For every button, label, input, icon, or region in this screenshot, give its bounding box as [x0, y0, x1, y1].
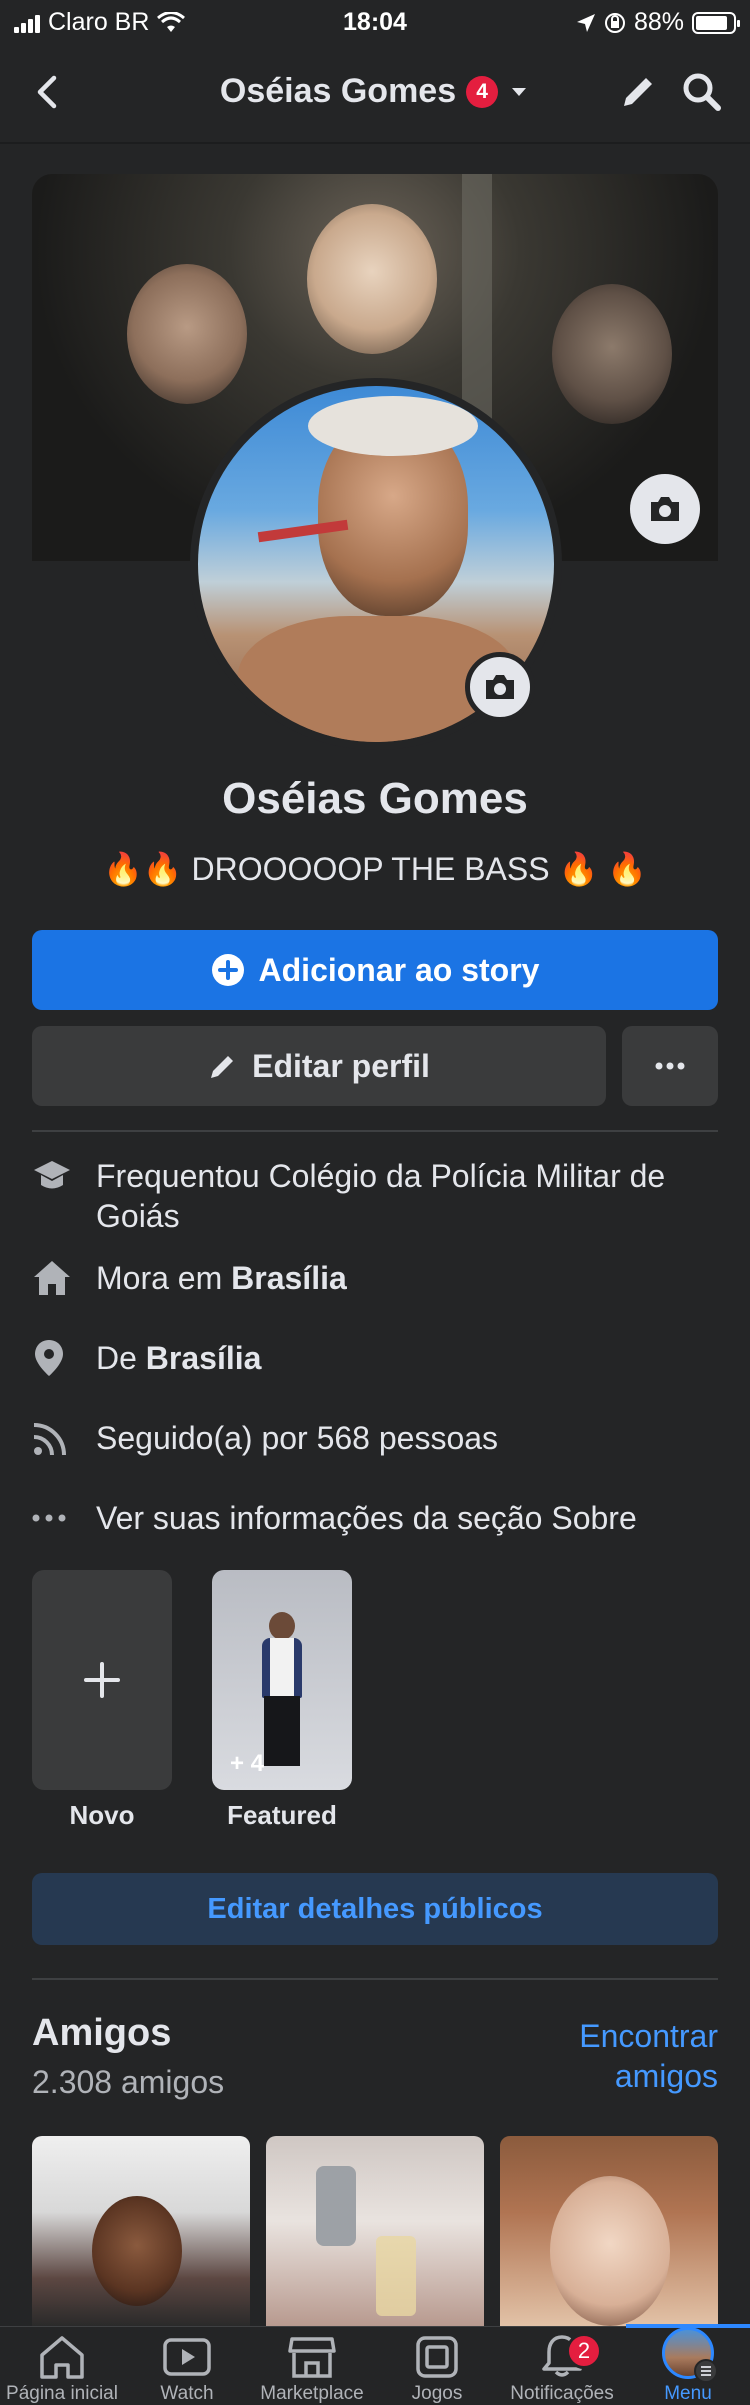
edit-profile-label: Editar perfil — [252, 1047, 430, 1084]
tab-games-label: Jogos — [411, 2383, 463, 2404]
divider — [32, 1130, 718, 1132]
tab-menu-label: Menu — [664, 2383, 712, 2404]
add-story-button[interactable]: Adicionar ao story — [32, 930, 718, 1010]
profile-camera-button[interactable] — [465, 652, 535, 722]
more-options-button[interactable] — [622, 1026, 718, 1106]
plus-circle-icon — [211, 954, 244, 986]
friend-thumbnail[interactable] — [32, 2136, 250, 2326]
friend-thumbnail[interactable] — [266, 2136, 484, 2326]
education-text: Frequentou Colégio da Polícia Militar de… — [96, 1158, 666, 1234]
profile-bio: 🔥🔥 DROOOOOP THE BASS 🔥 🔥 — [102, 851, 648, 887]
header-title: Oséias Gomes — [219, 72, 457, 110]
friends-count: 2.308 amigos — [32, 2064, 225, 2100]
friends-title: Amigos — [32, 2012, 172, 2054]
tab-home-label: Página inicial — [6, 2383, 118, 2404]
location-icon — [576, 13, 595, 32]
profile-name: Oséias Gomes — [222, 774, 528, 823]
edit-profile-button[interactable]: Editar perfil — [32, 1026, 606, 1106]
camera-icon — [651, 497, 679, 521]
tab-watch-label: Watch — [160, 2383, 214, 2404]
intro-education[interactable]: Frequentou Colégio da Polícia Militar de… — [32, 1156, 718, 1236]
more-dots-icon — [32, 1514, 66, 1522]
rss-icon — [33, 1423, 66, 1456]
intro-about[interactable]: Ver suas informações da seção Sobre — [32, 1498, 718, 1538]
profile-header: Oséias Gomes 4 — [0, 44, 750, 144]
battery-icon — [692, 11, 740, 34]
camera-icon — [486, 675, 514, 699]
home-icon — [40, 2336, 84, 2379]
notifications-badge: 2 — [566, 2333, 602, 2369]
bottom-tab-bar: Página inicial Watch Marketplace Jogos N… — [0, 2324, 750, 2405]
gaming-icon — [416, 2336, 458, 2378]
from-prefix: De — [96, 1340, 146, 1376]
tab-notifications-label: Notificações — [510, 2383, 614, 2404]
from-city[interactable]: Brasília — [146, 1340, 262, 1376]
header-badge: 4 — [466, 75, 499, 108]
intro-from[interactable]: De Brasília — [32, 1338, 718, 1378]
status-bar: Claro BR 18:04 88% — [0, 0, 750, 44]
featured-count: + 4 — [230, 1750, 265, 1777]
tab-games[interactable]: Jogos — [375, 2327, 499, 2405]
battery-label: 88% — [633, 8, 684, 36]
new-highlight-label: Novo — [69, 1800, 135, 1830]
tab-watch[interactable]: Watch — [125, 2327, 249, 2405]
menu-avatar — [662, 2327, 718, 2383]
divider — [32, 1978, 718, 1980]
tab-marketplace-label: Marketplace — [260, 2383, 364, 2404]
plus-icon — [84, 1662, 120, 1698]
add-story-label: Adicionar ao story — [258, 951, 540, 988]
cover-camera-button[interactable] — [630, 474, 700, 544]
intro-lives[interactable]: Mora em Brasília — [32, 1258, 718, 1298]
graduation-cap-icon — [34, 1161, 70, 1189]
featured-label: Featured — [227, 1800, 337, 1830]
lives-prefix: Mora em — [96, 1260, 232, 1296]
about-text: Ver suas informações da seção Sobre — [96, 1500, 637, 1536]
pencil-icon[interactable] — [616, 70, 660, 114]
video-icon — [163, 2338, 211, 2376]
search-icon[interactable] — [680, 70, 724, 114]
chevron-down-icon — [512, 87, 527, 96]
home-icon — [34, 1261, 70, 1295]
more-dots-icon — [655, 1062, 685, 1070]
location-pin-icon — [35, 1340, 63, 1376]
store-icon — [288, 2337, 336, 2378]
friend-thumbnail[interactable] — [500, 2136, 718, 2326]
featured-highlight[interactable]: + 4 — [212, 1570, 352, 1790]
intro-followers[interactable]: Seguido(a) por 568 pessoas — [32, 1418, 718, 1458]
orientation-lock-icon — [604, 12, 625, 33]
pencil-icon — [211, 1056, 234, 1078]
tab-home[interactable]: Página inicial — [0, 2327, 124, 2405]
hamburger-icon — [694, 2359, 718, 2383]
tab-marketplace[interactable]: Marketplace — [250, 2327, 374, 2405]
tab-notifications[interactable]: Notificações 2 — [500, 2327, 624, 2405]
find-friends-link[interactable]: Encontrar amigos — [498, 2016, 718, 2096]
tab-menu[interactable]: Menu — [626, 2324, 750, 2405]
edit-public-details-button[interactable]: Editar detalhes públicos — [32, 1873, 718, 1945]
followers-text: Seguido(a) por 568 pessoas — [96, 1420, 499, 1456]
new-highlight-button[interactable] — [32, 1570, 172, 1790]
lives-city[interactable]: Brasília — [231, 1260, 347, 1296]
